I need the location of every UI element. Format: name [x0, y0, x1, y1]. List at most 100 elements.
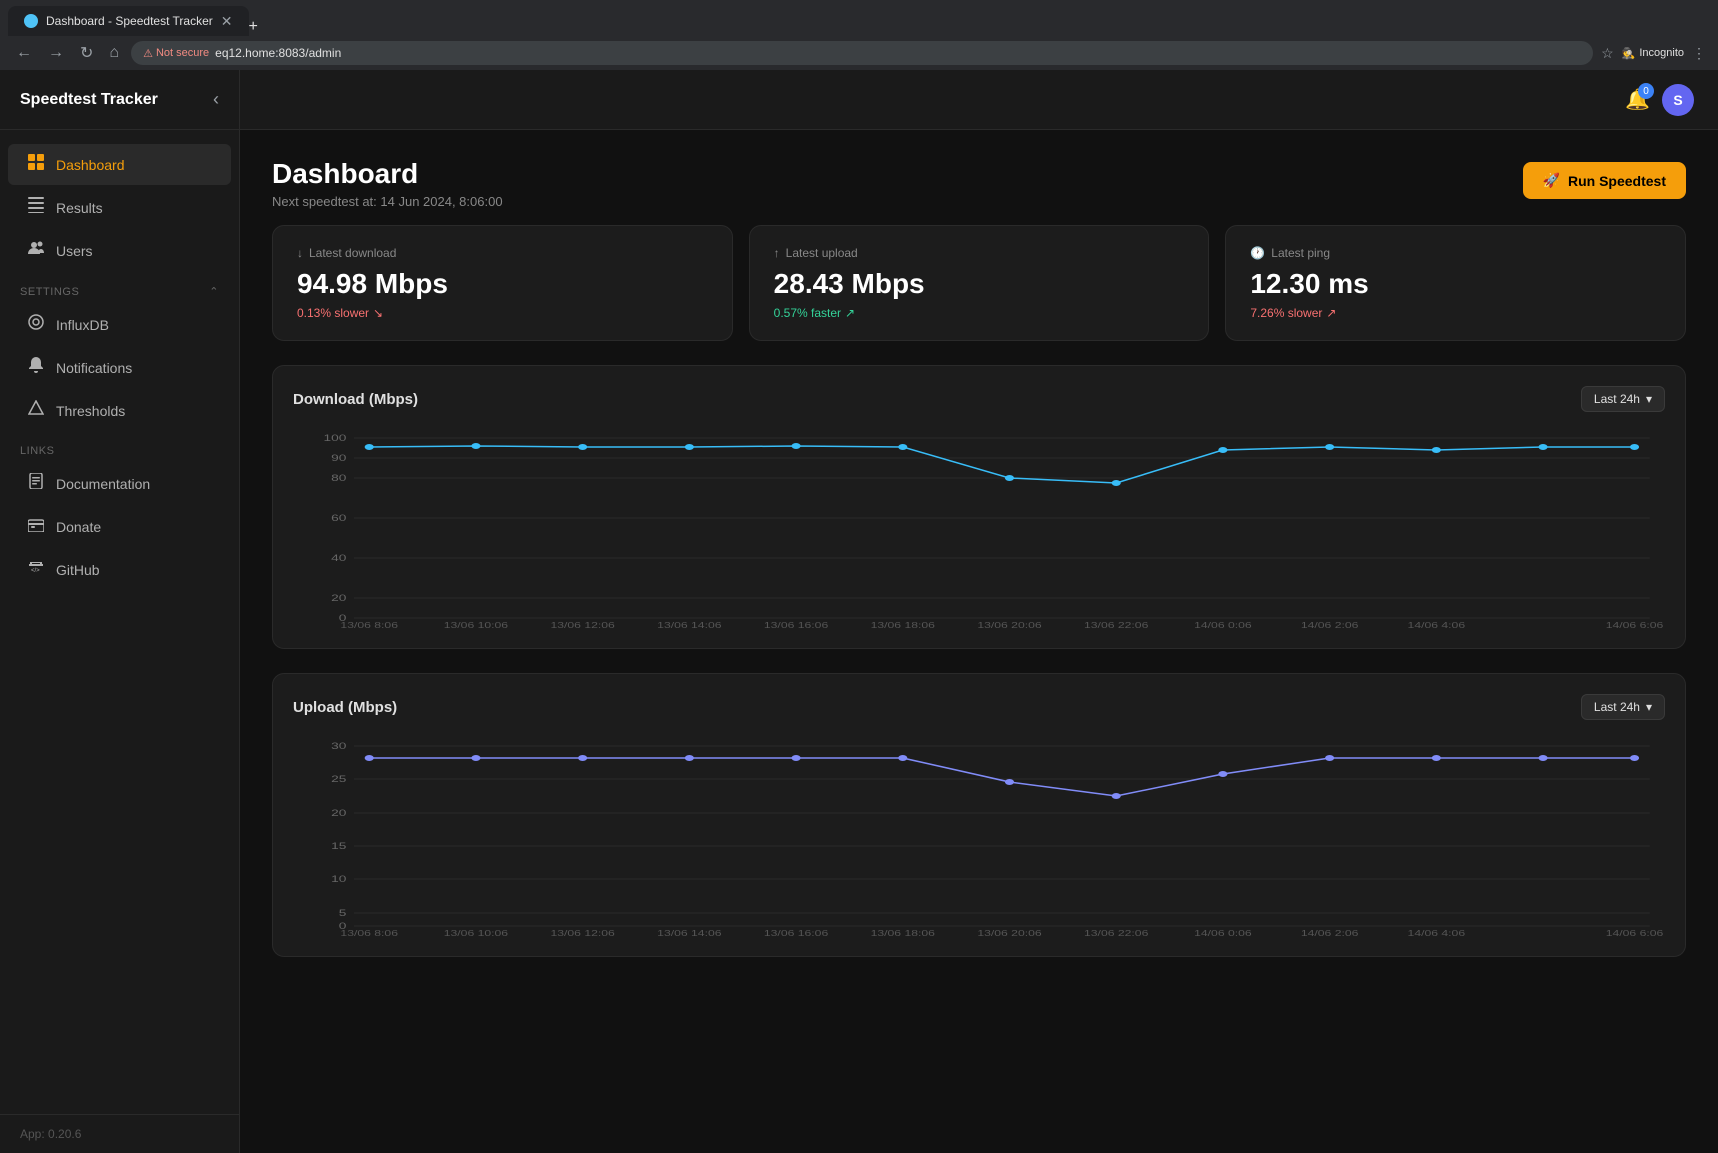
sidebar-item-github[interactable]: </> GitHub: [8, 549, 231, 590]
upload-chart-header: Upload (Mbps) Last 24h ▾: [293, 694, 1665, 720]
svg-text:15: 15: [331, 841, 346, 851]
browser-right-icons: ☆ 🕵 Incognito ⋮: [1601, 45, 1706, 62]
svg-text:25: 25: [331, 774, 346, 784]
down-arrow-icon: ↘: [373, 306, 383, 320]
user-avatar[interactable]: S: [1662, 84, 1694, 116]
sidebar-item-documentation[interactable]: Documentation: [8, 463, 231, 504]
browser-chrome: Dashboard - Speedtest Tracker ✕ + ← → ↻ …: [0, 0, 1718, 70]
svg-text:13/06 12:06: 13/06 12:06: [550, 930, 615, 936]
sidebar-footer: App: 0.20.6: [0, 1114, 239, 1153]
tab-title: Dashboard - Speedtest Tracker: [46, 14, 213, 28]
upload-chart-filter[interactable]: Last 24h ▾: [1581, 694, 1665, 720]
ping-stat-card: 🕐 Latest ping 12.30 ms 7.26% slower ↗: [1225, 225, 1686, 341]
svg-text:14/06 6:06: 14/06 6:06: [1606, 622, 1664, 628]
ping-label: 🕐 Latest ping: [1250, 246, 1661, 260]
svg-text:14/06 4:06: 14/06 4:06: [1408, 930, 1466, 936]
download-icon: ↓: [297, 246, 303, 260]
notifications-button[interactable]: 🔔 0: [1625, 87, 1650, 112]
svg-text:80: 80: [331, 473, 346, 483]
svg-text:13/06 22:06: 13/06 22:06: [1084, 622, 1149, 628]
app-top-bar: 🔔 0 S: [240, 70, 1718, 130]
sidebar-header: Speedtest Tracker ‹: [0, 70, 239, 130]
thresholds-label: Thresholds: [56, 403, 125, 419]
sidebar-item-influxdb[interactable]: InfluxDB: [8, 304, 231, 345]
download-chart-filter[interactable]: Last 24h ▾: [1581, 386, 1665, 412]
svg-text:13/06 8:06: 13/06 8:06: [340, 622, 398, 628]
upload-chart-container: 30 25 20 15 10 5 0: [293, 736, 1665, 936]
clock-icon: 🕐: [1250, 246, 1265, 260]
top-right-actions: 🔔 0 S: [1625, 84, 1694, 116]
download-chart-container: 100 90 80 60 40 20 0: [293, 428, 1665, 628]
svg-text:13/06 14:06: 13/06 14:06: [657, 622, 722, 628]
active-tab[interactable]: Dashboard - Speedtest Tracker ✕: [8, 6, 249, 36]
upload-label: ↑ Latest upload: [774, 246, 1185, 260]
notification-badge: 0: [1638, 83, 1654, 99]
download-stat-card: ↓ Latest download 94.98 Mbps 0.13% slowe…: [272, 225, 733, 341]
results-icon: [28, 197, 44, 218]
influxdb-icon: [28, 314, 44, 335]
tab-close-button[interactable]: ✕: [221, 13, 233, 30]
svg-text:13/06 16:06: 13/06 16:06: [764, 930, 829, 936]
svg-text:40: 40: [331, 553, 346, 563]
svg-text:60: 60: [331, 513, 346, 523]
ping-up-arrow-icon: ↗: [1326, 306, 1336, 320]
svg-text:14/06 6:06: 14/06 6:06: [1606, 930, 1664, 936]
svg-text:13/06 18:06: 13/06 18:06: [871, 622, 936, 628]
sidebar-collapse-button[interactable]: ‹: [213, 89, 219, 110]
influxdb-label: InfluxDB: [56, 317, 109, 333]
sidebar-item-notifications[interactable]: Notifications: [8, 347, 231, 388]
tab-favicon: [24, 14, 38, 28]
svg-text:100: 100: [323, 433, 346, 443]
download-chart-svg: 100 90 80 60 40 20 0: [293, 428, 1665, 628]
svg-text:13/06 12:06: 13/06 12:06: [550, 622, 615, 628]
forward-button[interactable]: →: [44, 42, 68, 64]
app-layout: Speedtest Tracker ‹ Dashboard Results: [0, 70, 1718, 1153]
users-label: Users: [56, 243, 93, 259]
donate-icon: [28, 516, 44, 537]
page-title-section: Dashboard Next speedtest at: 14 Jun 2024…: [272, 158, 503, 209]
sidebar-item-users[interactable]: Users: [8, 230, 231, 271]
sidebar-item-dashboard[interactable]: Dashboard: [8, 144, 231, 185]
sidebar-item-thresholds[interactable]: Thresholds: [8, 390, 231, 431]
svg-text:13/06 10:06: 13/06 10:06: [444, 930, 509, 936]
reload-button[interactable]: ↻: [76, 41, 97, 65]
run-speedtest-button[interactable]: 🚀 Run Speedtest: [1523, 162, 1686, 199]
upload-chart-section: Upload (Mbps) Last 24h ▾: [272, 673, 1686, 957]
ping-change: 7.26% slower ↗: [1250, 306, 1661, 320]
svg-text:10: 10: [331, 874, 346, 884]
dashboard-label: Dashboard: [56, 157, 125, 173]
new-tab-button[interactable]: +: [249, 18, 258, 36]
upload-stat-card: ↑ Latest upload 28.43 Mbps 0.57% faster …: [749, 225, 1210, 341]
bookmark-icon[interactable]: ☆: [1601, 45, 1614, 62]
home-button[interactable]: ⌂: [105, 42, 123, 64]
svg-text:13/06 10:06: 13/06 10:06: [444, 622, 509, 628]
download-chart-header: Download (Mbps) Last 24h ▾: [293, 386, 1665, 412]
svg-text:14/06 0:06: 14/06 0:06: [1194, 930, 1252, 936]
sidebar-nav: Dashboard Results Users Settings ⌃: [0, 130, 239, 1114]
upload-chart-title: Upload (Mbps): [293, 699, 397, 716]
not-secure-indicator: ⚠ Not secure: [143, 47, 209, 60]
page-subtitle: Next speedtest at: 14 Jun 2024, 8:06:00: [272, 194, 503, 209]
sidebar-item-results[interactable]: Results: [8, 187, 231, 228]
menu-icon[interactable]: ⋮: [1692, 45, 1706, 62]
download-change: 0.13% slower ↘: [297, 306, 708, 320]
url-bar[interactable]: ⚠ Not secure eq12.home:8083/admin: [131, 41, 1593, 65]
up-arrow-icon: ↗: [845, 306, 855, 320]
svg-text:5: 5: [339, 908, 347, 918]
notifications-label: Notifications: [56, 360, 132, 376]
browser-toolbar: ← → ↻ ⌂ ⚠ Not secure eq12.home:8083/admi…: [0, 36, 1718, 70]
settings-chevron-icon: ⌃: [209, 285, 219, 298]
ping-value: 12.30 ms: [1250, 268, 1661, 300]
svg-text:14/06 2:06: 14/06 2:06: [1301, 622, 1359, 628]
links-section: Links: [0, 433, 239, 461]
download-label: ↓ Latest download: [297, 246, 708, 260]
results-label: Results: [56, 200, 103, 216]
sidebar-item-donate[interactable]: Donate: [8, 506, 231, 547]
svg-text:14/06 0:06: 14/06 0:06: [1194, 622, 1252, 628]
svg-text:20: 20: [331, 593, 346, 603]
users-icon: [28, 240, 44, 261]
back-button[interactable]: ←: [12, 42, 36, 64]
svg-text:</>: </>: [31, 568, 40, 574]
thresholds-icon: [28, 400, 44, 421]
documentation-icon: [28, 473, 44, 494]
